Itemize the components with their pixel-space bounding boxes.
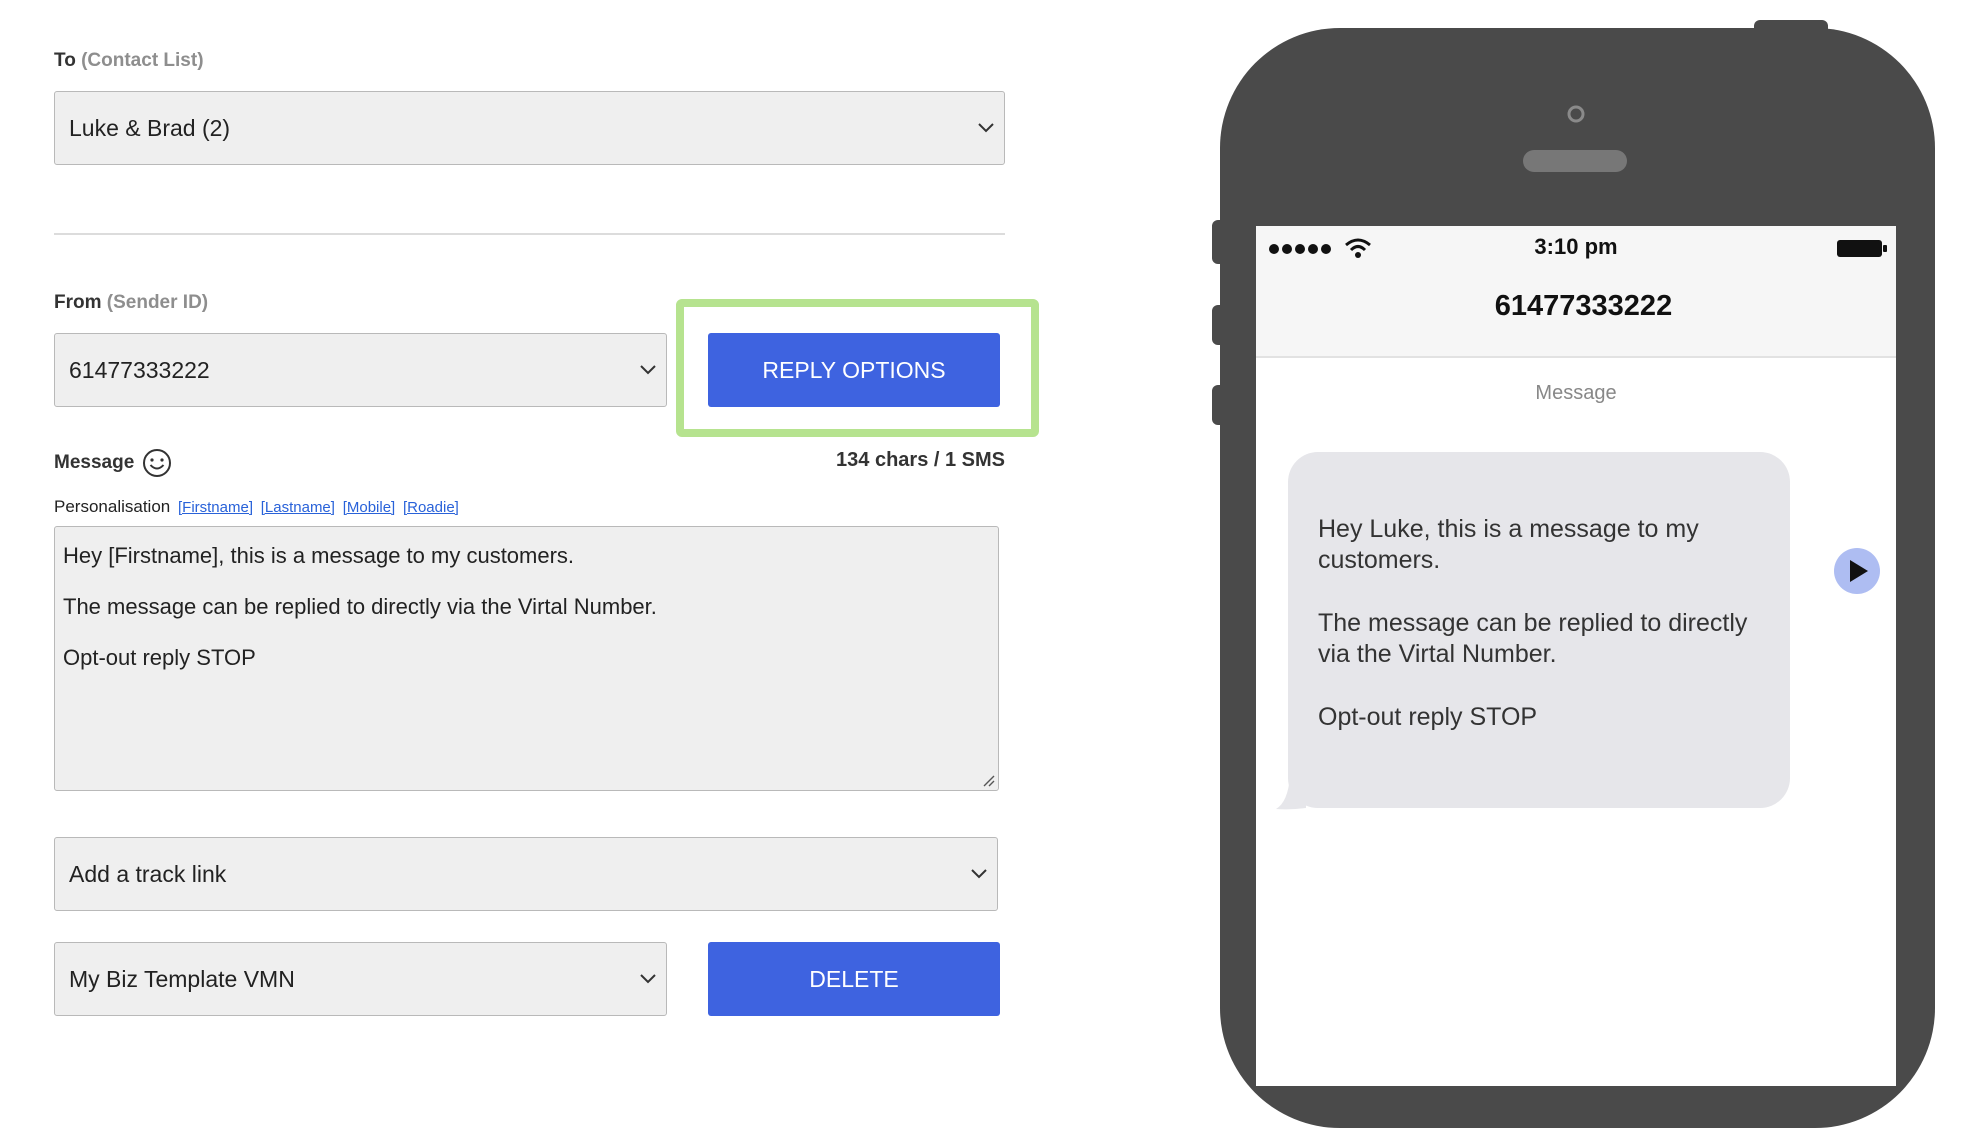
tag-firstname-link[interactable]: [Firstname] [178,499,253,516]
phone-status-bar: 3:10 pm 61477333222 [1256,226,1896,358]
play-icon[interactable] [1833,547,1881,595]
chevron-down-icon [640,365,656,375]
resize-handle-icon[interactable] [981,773,995,787]
message-textarea[interactable]: Hey [Firstname], this is a message to my… [54,526,999,791]
phone-screen: 3:10 pm 61477333222 Message Hey Luke, th… [1256,226,1896,1086]
tag-lastname-link[interactable]: [Lastname] [261,499,335,516]
tag-roadie-link[interactable]: [Roadie] [403,499,459,516]
message-label: Message [54,448,172,478]
status-time: 3:10 pm [1534,234,1618,259]
chevron-down-icon [640,974,656,984]
message-label-text: Message [54,452,135,473]
to-label-hint: (Contact List) [81,50,204,71]
sender-id-value: 61477333222 [69,356,210,383]
from-label-text: From [54,292,102,313]
sender-id-select[interactable]: 61477333222 [54,333,667,407]
contact-list-value: Luke & Brad (2) [69,114,231,141]
battery-icon [1837,240,1887,257]
tag-mobile-link[interactable]: [Mobile] [343,499,396,516]
bubble-line: The message can be replied to directly v… [1318,609,1748,668]
conversation-contact: 61477333222 [1494,290,1673,322]
message-line: Hey [Firstname], this is a message to my… [63,543,575,568]
bubble-line: Opt-out reply STOP [1318,703,1538,731]
thread-label: Message [1535,382,1617,404]
message-bubble: Hey Luke, this is a message to my custom… [1288,452,1790,808]
front-camera-icon [1567,105,1585,123]
personalisation-label: Personalisation [54,497,171,516]
track-link-value: Add a track link [69,860,227,887]
template-select[interactable]: My Biz Template VMN [54,942,667,1016]
to-label-text: To [54,50,76,71]
chevron-down-icon [978,123,994,133]
from-label: From (Sender ID) [54,292,208,314]
reply-options-button[interactable]: REPLY OPTIONS [708,333,1000,407]
from-label-hint: (Sender ID) [106,292,209,313]
template-value: My Biz Template VMN [69,965,295,992]
contact-list-select[interactable]: Luke & Brad (2) [54,91,1005,165]
message-line: The message can be replied to directly v… [63,594,657,619]
message-line: Opt-out reply STOP [63,645,256,670]
personalisation-row: Personalisation [Firstname] [Lastname] [… [54,497,459,517]
delete-button[interactable]: DELETE [708,942,1000,1016]
bubble-line: Hey Luke, this is a message to my custom… [1318,515,1699,574]
chevron-down-icon [971,869,987,879]
track-link-select[interactable]: Add a track link [54,837,998,911]
phone-speaker [1523,150,1627,172]
to-label: To (Contact List) [54,50,204,72]
emoji-icon[interactable] [142,448,172,478]
section-divider [54,233,1005,235]
char-count: 134 chars / 1 SMS [836,449,1005,471]
